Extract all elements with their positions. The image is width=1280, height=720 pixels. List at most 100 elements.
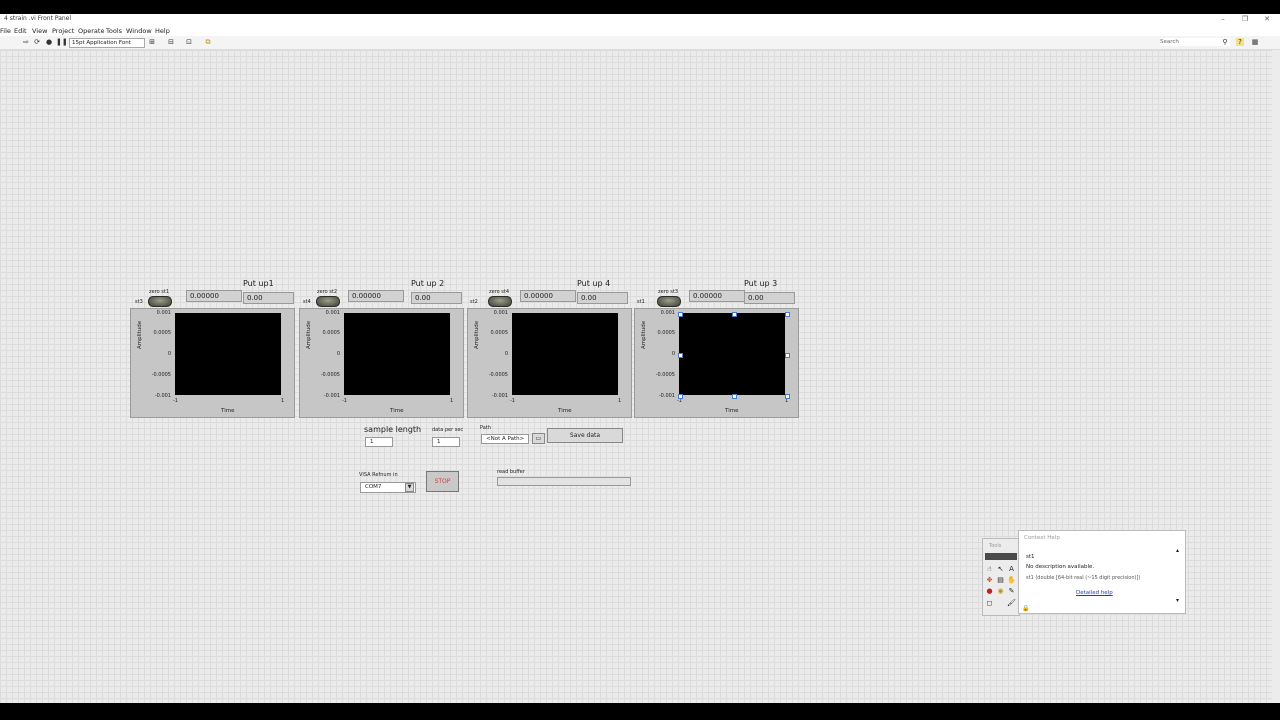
scroll-down-icon[interactable]: ▾ (1176, 597, 1179, 604)
stop-button[interactable]: STOP (426, 471, 459, 492)
waveform-graph[interactable]: Amplitude Time -1 1 0.001 0.0005 0 -0.0005 -0… (467, 308, 632, 418)
path-input[interactable]: <Not A Path> (481, 434, 529, 444)
selection-handle[interactable] (678, 353, 683, 358)
zero-toggle-switch[interactable] (148, 296, 172, 307)
pause-icon[interactable]: ❚❚ (56, 38, 68, 46)
x-axis-label: Time (558, 408, 572, 414)
selection-handle[interactable] (785, 394, 790, 399)
strain-reading: 0.00000 (186, 290, 242, 302)
y-tick-label: 0.0005 (322, 330, 341, 336)
operate-tool-icon[interactable]: ☝ (985, 565, 994, 574)
taskbar (0, 703, 1280, 720)
selection-handle[interactable] (678, 312, 683, 317)
abort-icon[interactable]: ● (45, 38, 53, 46)
lock-icon[interactable]: 🔒 (1022, 605, 1029, 612)
plot-area[interactable] (175, 313, 281, 395)
waveform-graph[interactable]: Amplitude Time -1 1 0.001 0.0005 0 -0.0005 -0… (299, 308, 464, 418)
y-axis-label: Amplitude (137, 320, 143, 349)
y-tick-label: -0.001 (323, 393, 340, 399)
menu-operate[interactable]: Operate (78, 27, 104, 35)
text-tool-icon[interactable]: A (1007, 565, 1016, 574)
detailed-help-link[interactable]: Detailed help (1076, 590, 1113, 596)
position-tool-icon[interactable]: ↖ (996, 565, 1005, 574)
breakpoint-icon[interactable]: ● (985, 587, 994, 596)
read-buffer-label: read buffer (497, 469, 525, 475)
strain-reading: 0.00000 (520, 290, 576, 302)
selection-handle[interactable] (785, 312, 790, 317)
put-up-value: 0.00 (744, 292, 795, 304)
context-help-type: st1 (double [64-bit real (~15 digit prec… (1026, 575, 1141, 581)
search-input[interactable]: Search (1160, 38, 1230, 46)
distribute-icon[interactable]: ⊟ (165, 38, 177, 46)
plot-area[interactable] (344, 313, 450, 395)
y-tick-label: 0.0005 (490, 330, 509, 336)
sample-length-input[interactable]: 1 (365, 437, 393, 447)
x-axis-label: Time (725, 408, 739, 414)
put-up-value: 0.00 (577, 292, 628, 304)
context-help-icon[interactable]: ? (1236, 38, 1244, 46)
x-tick-label: -1 (510, 398, 515, 404)
window-title: 4 strain .vi Front Panel (4, 15, 72, 22)
read-buffer-indicator (497, 477, 631, 486)
font-select[interactable]: 15pt Application Font (69, 38, 145, 48)
brush-icon[interactable]: 🖌 (1007, 599, 1016, 608)
minimize-icon[interactable]: – (1216, 15, 1230, 23)
put-up-title: Put up1 (243, 279, 274, 288)
waveform-graph[interactable]: Amplitude Time -1 1 0.001 0.0005 0 -0.0005 -0… (130, 308, 295, 418)
auto-tool-icon[interactable] (985, 553, 1017, 560)
wire-tool-icon[interactable]: ✥ (985, 576, 994, 585)
zero-toggle-switch[interactable] (488, 296, 512, 307)
x-tick-label: 1 (618, 398, 622, 404)
shortcut-menu-icon[interactable]: ▤ (996, 576, 1005, 585)
search-icon[interactable]: ⚲ (1221, 38, 1229, 46)
x-axis-label: Time (221, 408, 235, 414)
x-tick-label: 1 (450, 398, 454, 404)
context-help-description: No description available. (1026, 564, 1095, 570)
align-icon[interactable]: ⊞ (146, 38, 158, 46)
save-data-button[interactable]: Save data (547, 428, 623, 443)
resize-icon[interactable]: ⊡ (183, 38, 195, 46)
probe-icon[interactable]: ◉ (996, 587, 1005, 596)
plot-area[interactable] (679, 313, 785, 395)
run-arrow-icon[interactable]: ⇨ (22, 38, 30, 46)
y-tick-label: 0 (167, 351, 171, 357)
menu-tools[interactable]: Tools (106, 27, 122, 35)
x-tick-label: -1 (342, 398, 347, 404)
menu-edit[interactable]: Edit (14, 27, 27, 35)
visa-label: VISA Refnum in (359, 472, 398, 478)
selection-handle[interactable] (732, 312, 737, 317)
menu-help[interactable]: Help (155, 27, 170, 35)
selection-handle[interactable] (678, 394, 683, 399)
y-tick-label: -0.0005 (488, 372, 508, 378)
menu-view[interactable]: View (32, 27, 47, 35)
vertical-scrollbar[interactable] (1272, 50, 1280, 703)
plot-area[interactable] (512, 313, 618, 395)
menu-project[interactable]: Project (52, 27, 74, 35)
context-help-title: Context Help (1024, 535, 1060, 541)
menu-file[interactable]: File (0, 27, 11, 35)
selection-handle[interactable] (785, 353, 790, 358)
browse-folder-icon[interactable]: ▭ (532, 433, 545, 444)
data-per-sec-input[interactable]: 1 (432, 437, 460, 447)
color-copy-icon[interactable]: ✎ (1007, 587, 1016, 596)
zero-toggle-switch[interactable] (657, 296, 681, 307)
reorder-icon[interactable]: ⧉ (202, 38, 214, 46)
zero-toggle-switch[interactable] (316, 296, 340, 307)
menu-window[interactable]: Window (126, 27, 152, 35)
toolbar: ⇨ ⟳ ● ❚❚ 15pt Application Font ⊞ ⊟ ⊡ ⧉ S… (0, 36, 1280, 50)
chevron-down-icon[interactable]: ▼ (405, 483, 414, 492)
side-label: st1 (637, 299, 645, 305)
close-icon[interactable]: ✕ (1260, 15, 1274, 23)
scroll-tool-icon[interactable]: ✋ (1007, 576, 1016, 585)
put-up-title: Put up 2 (411, 279, 445, 288)
run-continuously-icon[interactable]: ⟳ (33, 38, 41, 46)
scroll-up-icon[interactable]: ▴ (1176, 547, 1179, 554)
context-help-name: st1 (1026, 554, 1035, 560)
data-per-sec-label: data per sec (432, 427, 464, 433)
color-icon[interactable]: ◻ (985, 599, 994, 608)
selection-handle[interactable] (732, 394, 737, 399)
restore-icon[interactable]: ❐ (1238, 15, 1252, 23)
y-axis-label: Amplitude (641, 320, 647, 349)
context-help-window: Context Help st1 No description availabl… (1018, 530, 1186, 614)
waveform-graph[interactable]: Amplitude Time -1 1 0.001 0.0005 0 -0.0005 -0… (634, 308, 799, 418)
